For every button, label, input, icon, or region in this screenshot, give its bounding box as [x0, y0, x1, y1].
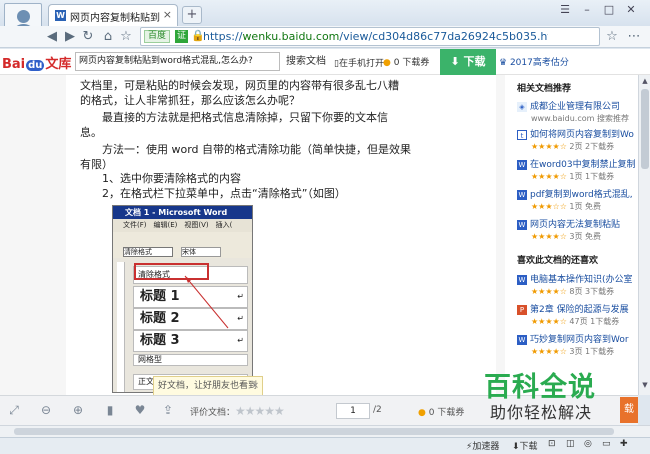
new-tab-button[interactable]: + — [182, 6, 202, 24]
doc-line: 方法一：使用 word 自带的格式清除功能（简单快捷，但是效果 — [80, 143, 412, 156]
open-on-phone-link[interactable]: ▯在手机打开 — [334, 56, 384, 69]
forward-icon[interactable]: ▶ — [62, 29, 78, 45]
popular-doc-meta: ★★★★☆ 3页 1下载券 — [531, 347, 615, 356]
like-heart-icon[interactable]: ♥ — [132, 403, 148, 417]
doc-line: 的格式，让人非常抓狂，那么应该怎么办呢？ — [80, 94, 300, 107]
browser-tab[interactable]: W 网页内容复制粘贴到word, × — [48, 4, 178, 26]
related-doc-item[interactable]: t 如何将网页内容复制到Wo — [517, 127, 642, 140]
scroll-down-icon: ▼ — [642, 381, 648, 389]
zoom-in-icon[interactable]: ⊕ — [70, 403, 86, 417]
page-number-input[interactable]: 1 — [336, 403, 370, 419]
word-icon: W — [517, 219, 527, 230]
red-arrow — [184, 275, 229, 329]
scroll-up-icon: ▲ — [642, 77, 648, 85]
doc-line: 2，在格式栏下拉菜单中，点击“清除格式”（如图） — [80, 187, 346, 200]
tools-menu-icon[interactable]: ⋯ — [626, 29, 642, 45]
share-tooltip[interactable]: 好文档，让好朋友也看到 × — [153, 376, 263, 396]
minimize-button[interactable]: – — [578, 2, 596, 18]
ppt-icon: P — [517, 304, 527, 315]
tab-title: 网页内容复制粘贴到word, — [70, 13, 160, 24]
doc-line: 息。 — [80, 126, 102, 139]
baidu-wenku-logo[interactable]: Bai du 文库 — [2, 53, 71, 72]
vertical-scrollbar[interactable]: ▲ ▼ — [638, 75, 650, 395]
related-doc-item[interactable]: W 在word03中复制禁止复制 — [517, 157, 642, 170]
related-doc-meta: ★★★★☆ 2页 2下载券 — [531, 142, 615, 151]
word-icon: W — [517, 274, 527, 285]
coupon-count: ● 0 下载券 — [383, 58, 430, 68]
downloads-button[interactable]: ⬇下载 — [512, 439, 538, 452]
status-icon[interactable]: ▭ — [602, 439, 611, 449]
watermark-subtitle: 助你轻松解决 — [490, 403, 593, 422]
status-icon[interactable]: ◎ — [584, 439, 592, 449]
coin-icon: ● — [383, 58, 391, 68]
menu-icon[interactable]: ☰ — [556, 2, 574, 18]
word-icon: W — [517, 334, 527, 345]
doc-line: 文档里，可是粘贴的时候会发现，网页里的内容带有很多乱七八糟 — [80, 79, 399, 92]
share-icon[interactable]: ⇪ — [160, 403, 176, 417]
status-icon[interactable]: ⊡ — [548, 439, 556, 449]
rating-stars: ★★★★★ — [235, 404, 285, 418]
word-screenshot-image: 文档 1 - Microsoft Word 文件(F) 编辑(E) 视图(V) … — [112, 205, 253, 393]
popular-doc-meta: ★★★★☆ 8页 3下载券 — [531, 287, 615, 296]
close-tab-icon[interactable]: × — [163, 8, 172, 21]
accelerator-button[interactable]: ⚡加速器 — [466, 439, 499, 452]
rating[interactable]: 评价文档：★★★★★ — [190, 404, 285, 418]
word-icon: W — [517, 159, 527, 170]
maximize-button[interactable]: □ — [600, 2, 618, 18]
download-button-bottom[interactable]: 载 — [620, 397, 638, 423]
page-total: /2 — [373, 405, 382, 415]
doc-line: 1、选中你要清除格式的内容 — [80, 172, 241, 185]
bookmark-star-icon[interactable]: ☆ — [118, 29, 134, 45]
back-icon[interactable]: ◀ — [44, 29, 60, 45]
related-doc-item[interactable]: W 网页内容无法复制粘贴 — [517, 217, 642, 230]
popular-docs-heading: 喜欢此文档的还喜欢 — [517, 256, 599, 266]
related-doc-meta: ★★★★☆ 1页 1下载券 — [531, 172, 615, 181]
sidebar: 相关文档推荐 ◈ 成都企业管理有限公司 www.baidu.com 搜索推荐 t如… — [505, 75, 638, 395]
url-text[interactable]: https://wenku.baidu.com/view/cd304d86c77… — [203, 30, 548, 43]
word-doc-icon: W — [55, 10, 66, 21]
verified-icon: 证 — [175, 30, 188, 43]
related-doc-meta: ★★★★☆ 3页 免费 — [531, 232, 602, 241]
doc-line: 最直接的方法就是把格式信息清除掉，只留下你要的文本信 — [80, 111, 388, 124]
related-doc-meta: www.baidu.com 搜索推荐 — [531, 114, 629, 123]
exam-link[interactable]: ♛ 2017高考估分 — [499, 55, 569, 68]
related-doc-item[interactable]: Wpdf复制到word格式混乱, — [517, 187, 642, 200]
scroll-thumb — [14, 428, 614, 435]
search-input[interactable]: 网页内容复制粘贴到word格式混乱,怎么办? — [75, 52, 280, 71]
coin-icon: ● — [418, 408, 426, 418]
highlight-box — [134, 263, 209, 280]
txt-icon: t — [517, 129, 527, 140]
zoom-out-icon[interactable]: ⊖ — [38, 403, 54, 417]
doc-line: 有限） — [80, 158, 113, 171]
fullscreen-icon[interactable]: ⤢ — [6, 403, 22, 417]
scroll-thumb — [641, 89, 649, 169]
ad-icon: ◈ — [517, 101, 527, 112]
download-button[interactable]: ⬇ 下载 — [440, 49, 496, 75]
related-doc-meta: ★★★☆☆ 1页 免费 — [531, 202, 602, 211]
word-icon: W — [517, 189, 527, 200]
related-docs-heading: 相关文档推荐 — [517, 84, 572, 94]
status-icon[interactable]: ✚ — [620, 439, 628, 449]
popular-doc-item[interactable]: P 第2章 保险的起源与发展 — [517, 302, 642, 315]
popular-doc-item[interactable]: W 电脑基本操作知识(办公室 — [517, 272, 642, 285]
home-icon[interactable]: ⌂ — [100, 29, 116, 45]
close-tooltip-icon[interactable]: × — [251, 377, 259, 395]
favorite-star-icon[interactable]: ☆ — [604, 29, 620, 45]
popular-doc-meta: ★★★★☆ 47页 1下载券 — [531, 317, 620, 326]
close-window-button[interactable]: ✕ — [622, 2, 640, 18]
address-bar[interactable]: 百度 证 🔒 https://wenku.baidu.com/view/cd30… — [140, 27, 600, 46]
reload-icon[interactable]: ↻ — [80, 29, 96, 45]
popular-doc-item[interactable]: W 巧妙复制网页内容到Wor — [517, 332, 642, 345]
coupon-count-bottom: ● 0 下载券 — [418, 408, 465, 418]
related-doc-item[interactable]: ◈ 成都企业管理有限公司 — [517, 99, 642, 112]
horizontal-scrollbar[interactable] — [0, 425, 650, 437]
baidu-search-tag[interactable]: 百度 — [144, 30, 171, 43]
status-icon[interactable]: ◫ — [566, 439, 575, 449]
bookmark-icon[interactable]: ▮ — [102, 403, 118, 417]
search-docs-button[interactable]: 搜索文档 — [282, 52, 330, 71]
